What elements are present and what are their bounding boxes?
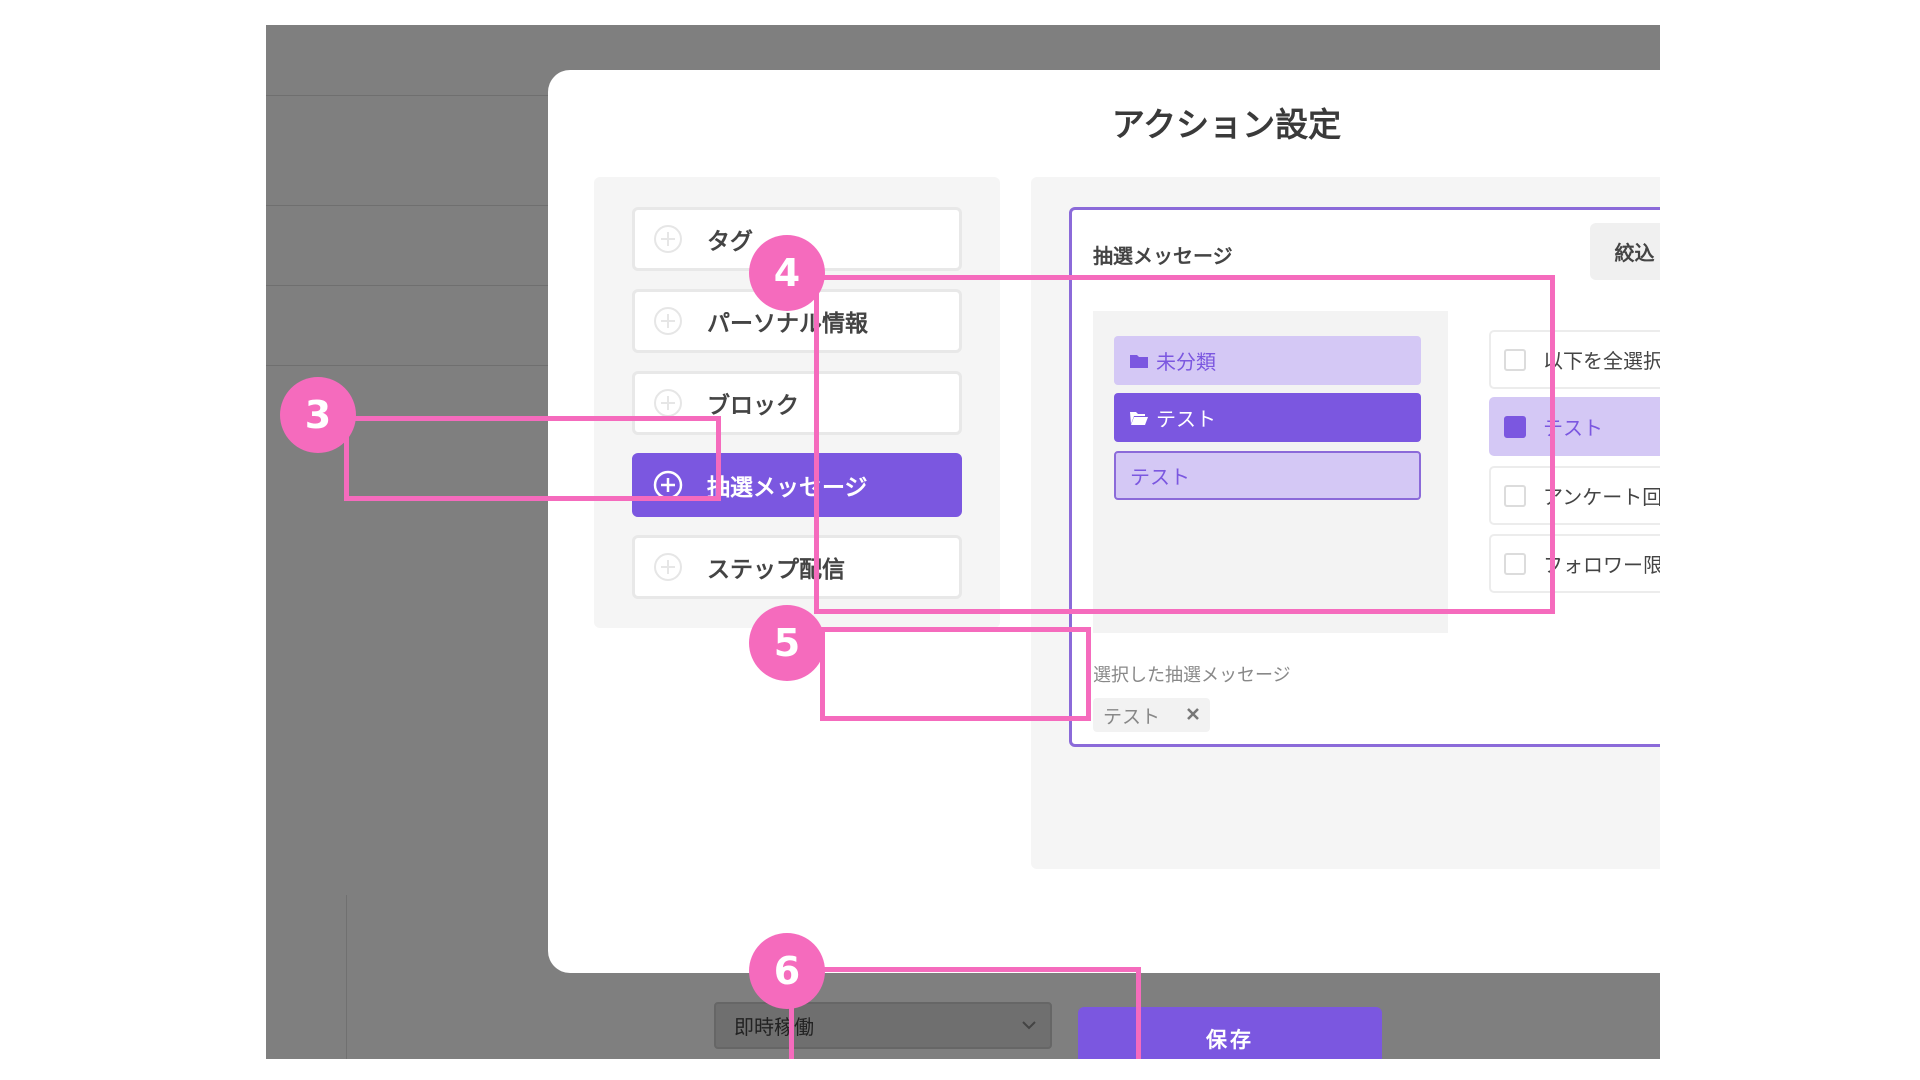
step-badge: 6	[749, 933, 825, 1009]
add-circle-icon	[654, 307, 682, 335]
highlight-box	[820, 627, 1091, 721]
filter-button[interactable]: 絞込 未設定	[1590, 223, 1660, 280]
highlight-box	[814, 275, 1555, 614]
card-title: 抽選メッセージ	[1093, 244, 1233, 268]
background-divider	[346, 895, 347, 1059]
add-circle-icon	[654, 225, 682, 253]
remove-icon[interactable]	[1184, 705, 1202, 723]
step-badge: 3	[280, 377, 356, 453]
highlight-box	[344, 416, 721, 501]
add-circle-icon	[654, 553, 682, 581]
step-badge: 4	[749, 235, 825, 311]
selected-message-chip: テスト	[1093, 698, 1210, 732]
option-label: フォロワー限定	[1543, 553, 1660, 577]
chip-label: テスト	[1103, 705, 1161, 728]
option-label: 以下を全選択	[1543, 349, 1660, 373]
add-circle-icon	[654, 389, 682, 417]
background-page: アクション設定 タグ パーソナル情報 ブロック 抽選メッセージ ステップ配信 抽…	[266, 25, 1660, 1059]
action-item-label: ブロック	[707, 393, 799, 419]
selected-messages-label: 選択した抽選メッセージ	[1093, 665, 1291, 686]
action-item-label: タグ	[707, 229, 753, 255]
highlight-box	[789, 967, 1141, 1059]
option-label: アンケート回答者限定	[1543, 485, 1660, 509]
step-badge: 5	[749, 605, 825, 681]
modal-title: アクション設定	[1111, 105, 1342, 144]
